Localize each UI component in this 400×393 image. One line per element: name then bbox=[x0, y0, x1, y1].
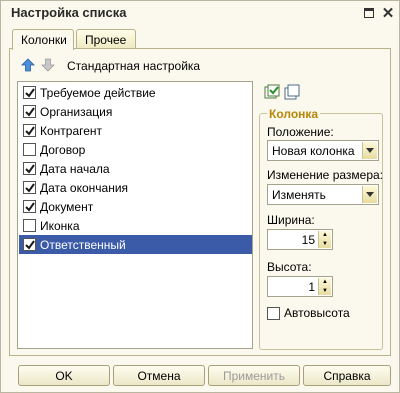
checkbox-icon[interactable] bbox=[23, 105, 36, 118]
width-value: 15 bbox=[301, 232, 315, 247]
list-item[interactable]: Документ bbox=[19, 197, 252, 216]
close-icon: ✕ bbox=[381, 4, 395, 22]
resize-select[interactable]: Изменять bbox=[267, 184, 379, 205]
columns-list[interactable]: Требуемое действие Организация Контрагент Д… bbox=[17, 81, 253, 349]
autoheight-checkbox[interactable]: Автовысота bbox=[267, 306, 350, 320]
uncheck-all-icon[interactable] bbox=[284, 84, 300, 100]
list-item-label: Дата начала bbox=[40, 161, 110, 176]
list-item-label: Договор bbox=[40, 142, 86, 157]
tab-columns[interactable]: Колонки bbox=[12, 29, 74, 50]
list-item-label: Требуемое действие bbox=[40, 85, 156, 100]
maximize-button[interactable] bbox=[362, 6, 376, 20]
width-label: Ширина: bbox=[267, 213, 315, 227]
arrow-down-icon[interactable] bbox=[41, 58, 55, 72]
height-value: 1 bbox=[308, 279, 315, 294]
resize-label: Изменение размера: bbox=[267, 168, 384, 182]
checkbox-icon[interactable] bbox=[23, 238, 36, 251]
position-select[interactable]: Новая колонка bbox=[267, 140, 379, 161]
list-item-label: Иконка bbox=[40, 218, 80, 233]
tab-other[interactable]: Прочее bbox=[76, 29, 136, 49]
list-item-label: Документ bbox=[40, 199, 94, 214]
position-label: Положение: bbox=[267, 125, 334, 139]
resize-value: Изменять bbox=[272, 187, 326, 202]
column-group-title: Колонка bbox=[267, 107, 321, 121]
list-item[interactable]: Иконка bbox=[19, 216, 252, 235]
spin-icon[interactable]: ▲ ▼ bbox=[318, 231, 331, 248]
checkbox-icon[interactable] bbox=[23, 162, 36, 175]
list-item[interactable]: Ответственный bbox=[19, 235, 252, 254]
checkbox-icon[interactable] bbox=[23, 219, 36, 232]
list-item-label: Дата окончания bbox=[40, 180, 129, 195]
standard-settings-link[interactable]: Стандартная настройка bbox=[67, 59, 200, 73]
list-item[interactable]: Контрагент bbox=[19, 121, 252, 140]
list-item[interactable]: Требуемое действие bbox=[19, 83, 252, 102]
width-stepper[interactable]: 15 ▲ ▼ bbox=[267, 229, 333, 250]
arrow-up-icon[interactable] bbox=[21, 58, 35, 72]
list-item[interactable]: Организация bbox=[19, 102, 252, 121]
height-label: Высота: bbox=[267, 260, 312, 274]
settings-dialog: Настройка списка ✕ Колонки Прочее Станда… bbox=[0, 0, 400, 393]
checkbox-icon[interactable] bbox=[23, 200, 36, 213]
height-stepper[interactable]: 1 ▲ ▼ bbox=[267, 276, 333, 297]
list-item-label: Ответственный bbox=[40, 237, 126, 252]
help-button[interactable]: Справка bbox=[303, 365, 391, 386]
checkbox-icon[interactable] bbox=[267, 306, 280, 320]
list-item-label: Организация bbox=[40, 104, 113, 119]
close-button[interactable]: ✕ bbox=[381, 4, 395, 22]
list-item[interactable]: Договор bbox=[19, 140, 252, 159]
apply-button[interactable]: Применить bbox=[208, 365, 300, 386]
checkbox-icon[interactable] bbox=[23, 124, 36, 137]
autoheight-label: Автовысота bbox=[284, 306, 350, 320]
ok-button[interactable]: OK bbox=[18, 365, 110, 386]
list-item[interactable]: Дата начала bbox=[19, 159, 252, 178]
checkbox-icon[interactable] bbox=[23, 86, 36, 99]
position-value: Новая колонка bbox=[272, 143, 355, 158]
list-item-label: Контрагент bbox=[40, 123, 103, 138]
check-all-icon[interactable] bbox=[264, 84, 280, 100]
checkbox-icon[interactable] bbox=[23, 143, 36, 156]
maximize-icon bbox=[364, 8, 374, 18]
chevron-down-icon[interactable] bbox=[362, 186, 377, 203]
chevron-down-icon[interactable] bbox=[362, 142, 377, 159]
checkbox-icon[interactable] bbox=[23, 181, 36, 194]
spin-icon[interactable]: ▲ ▼ bbox=[318, 278, 331, 295]
list-item[interactable]: Дата окончания bbox=[19, 178, 252, 197]
cancel-button[interactable]: Отмена bbox=[113, 365, 205, 386]
dialog-title: Настройка списка bbox=[11, 5, 127, 20]
